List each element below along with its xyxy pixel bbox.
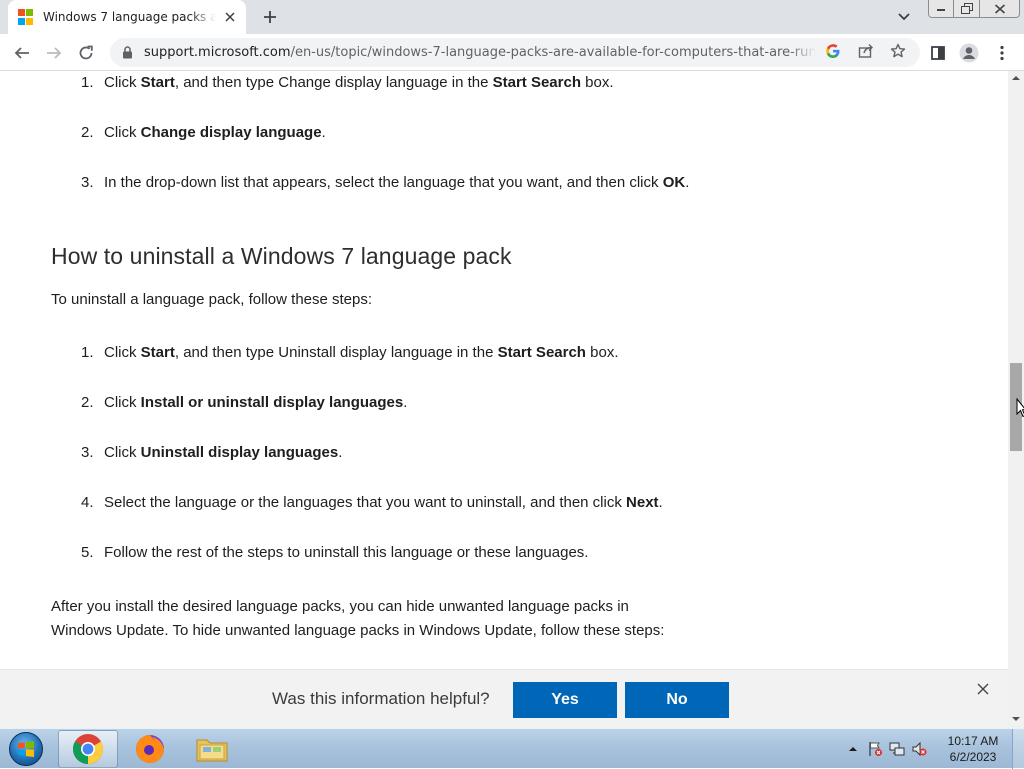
clock-time: 10:17 AM — [947, 734, 999, 748]
window-controls — [928, 0, 1020, 18]
mouse-cursor-icon — [1016, 398, 1024, 418]
system-clock[interactable]: 10:17 AM 6/2/2023 — [940, 733, 1006, 765]
taskbar: 10:17 AM 6/2/2023 — [0, 728, 1024, 769]
forward-button[interactable] — [42, 41, 66, 65]
tab-strip: Windows 7 language packs are available f… — [0, 0, 1024, 34]
volume-muted-icon[interactable] — [908, 739, 930, 759]
firefox-icon — [136, 735, 164, 763]
page-viewport: 1. Click Start, and then type Change disp… — [0, 71, 1008, 669]
intro-paragraph: To uninstall a language pack, follow the… — [51, 291, 373, 308]
feedback-question: Was this information helpful? — [272, 689, 490, 708]
lock-icon[interactable] — [120, 46, 134, 60]
feedback-bar: Was this information helpful? Yes No — [0, 669, 1008, 728]
taskbar-firefox-button[interactable] — [120, 730, 180, 768]
chrome-icon — [72, 734, 104, 765]
microsoft-logo-icon — [18, 9, 34, 25]
folder-icon — [196, 739, 228, 762]
list-item: 5. Follow the rest of the steps to uninst… — [81, 544, 589, 561]
browser-toolbar: support.microsoft.com/en-us/topic/window… — [0, 34, 1024, 71]
close-feedback-icon[interactable] — [975, 681, 991, 697]
tab-title: Windows 7 language packs are available f… — [43, 10, 216, 24]
restore-button[interactable] — [954, 0, 980, 18]
scroll-up-arrow-icon[interactable] — [1008, 71, 1024, 85]
section-heading: How to uninstall a Windows 7 language pa… — [51, 243, 512, 269]
show-hidden-icons-arrow-icon[interactable] — [842, 739, 864, 759]
feedback-no-button[interactable]: No — [625, 682, 729, 718]
share-icon[interactable] — [857, 42, 875, 60]
windows-logo-icon — [9, 732, 43, 766]
network-icon[interactable] — [886, 739, 908, 759]
feedback-yes-button[interactable]: Yes — [513, 682, 617, 718]
system-tray — [842, 729, 930, 769]
paragraph-line: After you install the desired language p… — [51, 598, 629, 615]
list-item: 1. Click Start, and then type Change disp… — [81, 74, 614, 91]
profile-avatar-icon[interactable] — [957, 41, 981, 65]
list-item: 4. Select the language or the languages t… — [81, 494, 663, 511]
show-desktop-button[interactable] — [1012, 729, 1024, 769]
taskbar-chrome-button[interactable] — [58, 730, 118, 768]
paragraph-line: Windows Update. To hide unwanted languag… — [51, 622, 665, 639]
clock-date: 6/2/2023 — [949, 750, 997, 764]
list-item: 3. Click Uninstall display languages. — [81, 444, 343, 461]
list-item: 3. In the drop-down list that appears, se… — [81, 174, 690, 191]
scroll-down-arrow-icon[interactable] — [1008, 712, 1024, 726]
new-tab-button[interactable] — [258, 6, 282, 28]
close-tab-icon[interactable] — [222, 9, 238, 25]
bookmark-star-icon[interactable] — [889, 42, 907, 60]
google-translate-icon[interactable] — [824, 42, 842, 60]
back-button[interactable] — [10, 41, 34, 65]
list-item: 2. Click Install or uninstall display lan… — [81, 394, 408, 411]
reload-button[interactable] — [74, 41, 98, 65]
close-window-button[interactable] — [980, 0, 1020, 18]
tab-search-chevron-icon[interactable] — [894, 8, 914, 26]
minimize-button[interactable] — [928, 0, 954, 18]
list-item: 2. Click Change display language. — [81, 124, 326, 141]
address-bar[interactable]: support.microsoft.com/en-us/topic/window… — [110, 38, 920, 67]
more-menu-icon[interactable] — [990, 41, 1014, 65]
list-item: 1. Click Start, and then type Uninstall d… — [81, 344, 619, 361]
taskbar-explorer-button[interactable] — [182, 730, 242, 768]
browser-tab-active[interactable]: Windows 7 language packs are available f… — [8, 0, 246, 34]
url-text: support.microsoft.com/en-us/topic/window… — [144, 45, 816, 60]
start-button[interactable] — [4, 730, 48, 768]
side-panel-icon[interactable] — [926, 41, 950, 65]
action-center-flag-icon[interactable] — [864, 739, 886, 759]
